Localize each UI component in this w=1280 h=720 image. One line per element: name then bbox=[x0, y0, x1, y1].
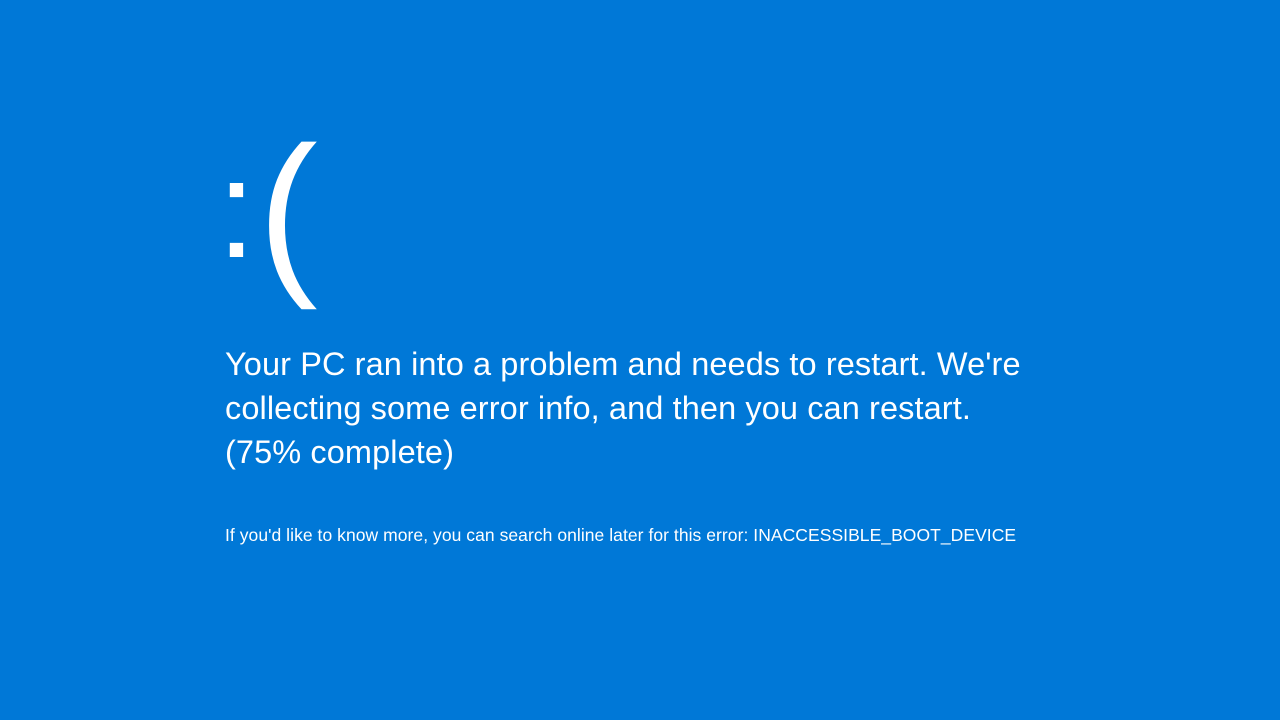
frown-face-icon: :( bbox=[217, 135, 1055, 295]
error-info-prefix: If you'd like to know more, you can sear… bbox=[225, 525, 753, 545]
error-info-line: If you'd like to know more, you can sear… bbox=[225, 523, 1055, 548]
error-message: Your PC ran into a problem and needs to … bbox=[225, 343, 1055, 475]
bsod-container: :( Your PC ran into a problem and needs … bbox=[225, 135, 1055, 547]
error-code: INACCESSIBLE_BOOT_DEVICE bbox=[753, 525, 1016, 545]
